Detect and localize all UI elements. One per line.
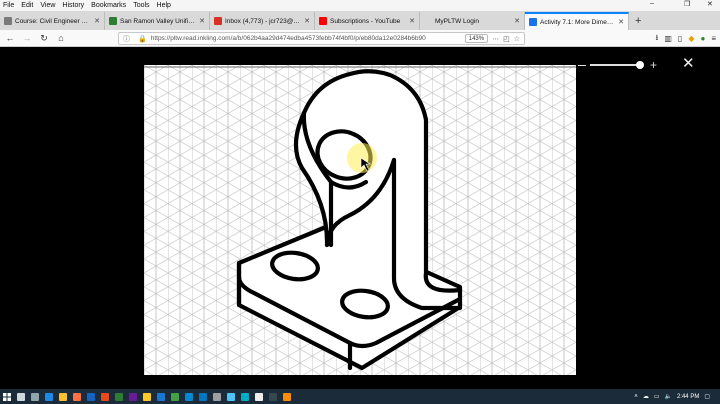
close-window-button[interactable]: ✕: [707, 0, 713, 11]
menu-item-tools[interactable]: Tools: [133, 2, 149, 9]
browser-tab[interactable]: Course: Civil Engineer & Architectu✕: [0, 12, 105, 30]
library-icon[interactable]: ▥: [664, 34, 672, 43]
back-icon[interactable]: ←: [3, 33, 17, 43]
close-tab-icon[interactable]: ✕: [199, 17, 205, 25]
search-icon[interactable]: [14, 389, 28, 404]
favicon-icon: [109, 17, 117, 25]
browser-tab[interactable]: Subscriptions - YouTube ✕: [315, 12, 420, 30]
volume-icon[interactable]: 🔈: [664, 393, 671, 400]
close-tab-icon[interactable]: ✕: [409, 17, 415, 25]
zoom-slider[interactable]: [590, 61, 644, 69]
cursor-highlight: [347, 143, 377, 173]
menu-item-edit[interactable]: Edit: [21, 2, 33, 9]
tab-title: Subscriptions - YouTube: [330, 17, 401, 25]
lock-icon[interactable]: 🔒: [138, 35, 147, 43]
page-actions-icon[interactable]: ⋯: [492, 35, 499, 43]
browser-tab[interactable]: Inbox (4,773) - jcr723@gmail.co✕: [210, 12, 315, 30]
system-tray: ˄ ☁ ▭ 🔈 2:44 PM ▢: [634, 389, 720, 404]
tab-title: San Ramon Valley Unified Sch: [120, 17, 196, 25]
app-white-icon[interactable]: [252, 389, 266, 404]
menu-bar: File Edit View History Bookmarks Tools Help: [0, 0, 720, 11]
isometric-drawing: [144, 65, 576, 375]
reload-icon[interactable]: ↻: [37, 33, 51, 44]
menu-item-view[interactable]: View: [40, 2, 55, 9]
close-tab-icon[interactable]: ✕: [304, 17, 310, 25]
favicon-icon: [424, 17, 432, 25]
home-icon[interactable]: ⌂: [54, 33, 68, 43]
browser-tab[interactable]: Activity 7.1: More Dimensionin✕: [525, 12, 629, 30]
tab-bar: Course: Civil Engineer & Architectu✕San …: [0, 11, 720, 30]
browser-tab[interactable]: MyPLTW Login ✕: [420, 12, 525, 30]
app-lightblue-icon[interactable]: [224, 389, 238, 404]
viewer-zoom-control: +: [578, 58, 662, 72]
image-viewer: + ✕: [0, 47, 720, 389]
excel-icon[interactable]: [112, 389, 126, 404]
file-explorer-icon[interactable]: [140, 389, 154, 404]
new-tab-button[interactable]: +: [629, 12, 647, 30]
app-gray-icon[interactable]: [210, 389, 224, 404]
menu-item-history[interactable]: History: [62, 2, 84, 9]
browser-tab[interactable]: San Ramon Valley Unified Sch✕: [105, 12, 210, 30]
windows-start-icon[interactable]: [0, 389, 14, 404]
firefox-icon[interactable]: [70, 389, 84, 404]
app-blue-icon[interactable]: [182, 389, 196, 404]
pocket-icon[interactable]: ◰: [503, 35, 510, 43]
app-dark-icon[interactable]: [266, 389, 280, 404]
menu-item-file[interactable]: File: [3, 2, 14, 9]
isometric-drawing-svg: [144, 65, 576, 375]
chevron-up-icon[interactable]: ˄: [634, 394, 638, 400]
powerpoint-icon[interactable]: [98, 389, 112, 404]
favicon-icon: [319, 17, 327, 25]
tab-title: Inbox (4,773) - jcr723@gmail.co: [225, 17, 301, 25]
chrome-icon[interactable]: [56, 389, 70, 404]
app-green-icon[interactable]: [168, 389, 182, 404]
zoom-in-icon[interactable]: +: [650, 59, 657, 71]
cloud-icon[interactable]: ☁: [643, 393, 649, 400]
task-view-icon[interactable]: [28, 389, 42, 404]
notifications-icon[interactable]: ▢: [704, 393, 710, 400]
bookmark-star-icon[interactable]: ☆: [514, 35, 520, 43]
sidebar-icon[interactable]: ▯: [678, 34, 682, 43]
store-icon[interactable]: [154, 389, 168, 404]
close-viewer-icon[interactable]: ✕: [682, 56, 695, 71]
navigation-bar: ← → ↻ ⌂ ⓘ 🔒 https://pltw.read.inkling.co…: [0, 30, 720, 47]
app-cyan-icon[interactable]: [238, 389, 252, 404]
favicon-icon: [529, 18, 537, 26]
address-bar[interactable]: ⓘ 🔒 https://pltw.read.inkling.com/a/b/06…: [118, 32, 525, 45]
word-icon[interactable]: [84, 389, 98, 404]
clock[interactable]: 2:44 PM: [677, 394, 699, 400]
download-icon[interactable]: ⭳: [656, 32, 659, 46]
tab-title: Course: Civil Engineer & Architectu: [15, 17, 91, 25]
info-icon[interactable]: ⓘ: [123, 34, 130, 44]
close-tab-icon[interactable]: ✕: [94, 17, 100, 25]
menu-item-help[interactable]: Help: [157, 2, 171, 9]
extension-icon[interactable]: ◆: [688, 34, 694, 43]
tab-title: MyPLTW Login: [435, 17, 479, 25]
close-tab-icon[interactable]: ✕: [514, 17, 520, 25]
tab-title: Activity 7.1: More Dimensionin: [540, 18, 615, 26]
url-text[interactable]: https://pltw.read.inkling.com/a/b/062b4a…: [151, 35, 465, 42]
favicon-icon: [4, 17, 12, 25]
app-orange-icon[interactable]: [280, 389, 294, 404]
network-icon[interactable]: ▭: [654, 393, 660, 400]
zoom-slider-knob[interactable]: [636, 61, 644, 69]
taskbar: ˄ ☁ ▭ 🔈 2:44 PM ▢: [0, 389, 720, 404]
edge-icon[interactable]: [42, 389, 56, 404]
minimize-button[interactable]: –: [650, 0, 654, 11]
zoom-out-icon[interactable]: [578, 64, 586, 66]
forward-icon[interactable]: →: [20, 33, 34, 43]
restore-button[interactable]: ❐: [684, 0, 690, 11]
menu-icon[interactable]: ≡: [711, 34, 716, 43]
zoom-badge[interactable]: 143%: [464, 34, 489, 43]
onenote-icon[interactable]: [126, 389, 140, 404]
close-tab-icon[interactable]: ✕: [618, 18, 624, 26]
extension-2-icon[interactable]: ●: [700, 34, 705, 43]
favicon-icon: [214, 17, 222, 25]
menu-item-bookmarks[interactable]: Bookmarks: [91, 2, 126, 9]
mail-icon[interactable]: [196, 389, 210, 404]
